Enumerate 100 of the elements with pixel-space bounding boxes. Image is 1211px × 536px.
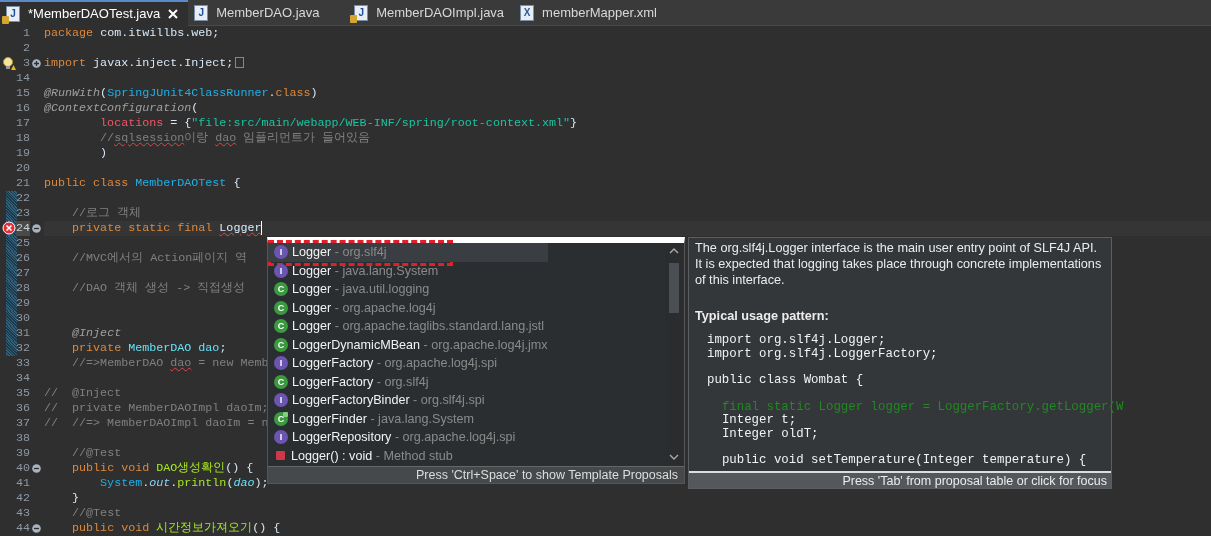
scroll-up-icon [669,248,679,254]
line-number: 29 [15,296,30,311]
completion-item[interactable]: I LoggerFactory - org.apache.log4j.spi [268,354,658,373]
line-number: 28 [15,281,30,296]
file-tab[interactable]: J *MemberDAOTest.java [0,0,189,26]
status-hint: Press 'Tab' from proposal table or click for focus [689,471,1111,488]
code-comment: //@Test [72,506,122,520]
code-comment: 임플리먼트가 들어있음 [243,131,371,145]
completion-item[interactable]: I Logger - java.lang.System [268,261,658,280]
collapse-icon [32,524,41,533]
line-number: 43 [15,506,30,521]
file-tab[interactable]: X memberMapper.xml [514,0,675,26]
lightbulb-warning-icon [2,56,16,71]
line-number: 23 [15,206,30,221]
completion-item[interactable]: C LoggerFactory - org.slf4j [268,372,658,391]
code-token: public void [72,521,150,535]
text-cursor [261,221,263,235]
file-tab[interactable]: J MemberDAO.java [188,0,349,26]
class-icon: C [274,374,288,389]
code-token: 시간정보가져오기 [156,521,253,535]
code-token: import [44,56,87,70]
code-comment: //=>MemberDAO [72,356,165,370]
line-number: 41 [15,476,30,491]
collapse-icon [32,224,41,233]
line-number: 27 [15,266,30,281]
code-token: ) [310,86,318,100]
line-number: 42 [15,491,30,506]
completion-item[interactable]: C LoggerFinder - java.lang.System [268,409,658,428]
completion-item[interactable]: Logger() : void - Method stub [268,446,658,465]
interface-icon: I [274,245,288,260]
code-token: public class [44,176,129,190]
scrollbar-thumb[interactable] [669,263,679,313]
line-number: 34 [15,371,30,386]
code-comment: // //=> MemberDAOImpl daoIm = n [44,416,269,430]
class-icon: C [274,300,288,315]
completion-item[interactable]: C Logger - org.apache.taglibs.standard.lang.jstl [268,317,658,336]
line-number: 26 [15,251,30,266]
code-token: ( [226,476,234,490]
completion-item[interactable]: I LoggerRepository - org.apache.log4j.spi [268,428,658,447]
code-token: ); [254,476,269,490]
completion-item[interactable]: I LoggerFactoryBinder - org.slf4j.spi [268,391,658,410]
code-token: } [570,116,578,130]
code-token: ) [100,146,108,160]
line-number: 36 [15,401,30,416]
code-comment: //DAO 객체 생성 -> 직접생성 [72,281,246,295]
code-token: ( [100,86,108,100]
code-token: System [100,476,143,490]
code-token: . [170,476,178,490]
interface-icon: I [274,263,288,278]
code-line: public void setTemperature(Integer temperature) { [721,453,1087,468]
close-icon [168,9,179,19]
code-comment: //로그 객체 [72,206,142,220]
code-token: SpringJUnit4ClassRunner [107,86,269,100]
line-number: 2 [23,41,30,56]
code-token: { [233,176,241,190]
code-token: DAO생성확인 [156,461,226,475]
completion-item[interactable]: C Logger - org.apache.log4j [268,298,658,317]
code-line: import org.slf4j.Logger; [707,333,886,348]
code-token: dao [198,341,220,355]
file-icon: J [194,5,209,21]
class-icon: C [274,319,288,334]
code-comment: sqlsession [114,131,185,145]
code-line: Integer t; [721,413,797,428]
completion-item[interactable]: I Logger - org.slf4j [268,243,548,262]
code-line: final static Logger logger = LoggerFactory.getLogger(W [721,399,1124,414]
code-token: MemberDAO [128,341,192,355]
code-token: dao [233,476,255,490]
code-token: . [268,86,276,100]
expand-icon [32,59,41,68]
line-number: 44 [15,521,30,536]
interface-icon: I [274,356,288,371]
code-token: () { [225,461,254,475]
code-comment: 이랑 [184,131,210,145]
line-number: 17 [15,116,30,131]
code-comment: = new Memb [198,356,269,370]
code-token: "file:src/main/webapp/WEB-INF/spring/root-context.xml" [191,116,571,130]
scroll-down-icon [669,454,679,460]
line-number: 22 [15,191,30,206]
line-number: 30 [15,311,30,326]
line-number: 32 [15,341,30,356]
line-number: 3 [23,56,30,71]
code-token: com.itwillbs.web; [100,26,220,40]
code-token: private static final [72,221,213,236]
code-comment: dao [170,356,192,370]
code-comment: // [100,131,115,145]
code-comment: //MVC에서의 Action페이지 역 [72,251,248,265]
interface-icon: I [274,393,288,408]
collapse-icon [32,464,41,473]
folded-code-icon[interactable] [235,57,245,69]
completion-item[interactable]: C Logger - java.util.logging [268,280,658,299]
completion-item[interactable]: C LoggerDynamicMBean - org.apache.log4j.jmx [268,335,658,354]
code-comment: //@Test [72,446,122,460]
line-number: 33 [15,356,30,371]
file-tab[interactable]: J MemberDAOImpl.java [348,0,515,26]
line-number: 14 [15,71,30,86]
code-token: println [177,476,227,490]
code-token: class [275,86,311,100]
code-token: package [44,26,94,40]
code-token: = { [170,116,192,130]
code-token: @Inject [72,326,122,340]
